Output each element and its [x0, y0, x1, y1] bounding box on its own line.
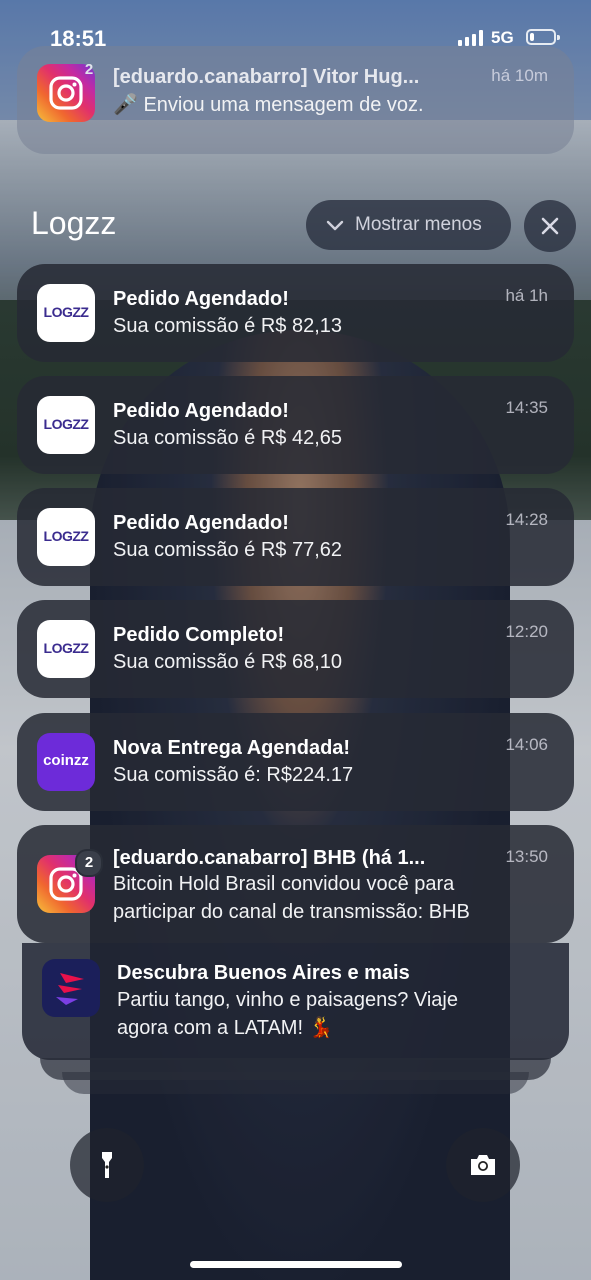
show-less-label: Mostrar menos: [355, 214, 482, 235]
notification-message-line2: agora com a LATAM! 💃: [117, 1017, 334, 1039]
notification-title: [eduardo.canabarro] BHB (há 1...: [113, 847, 426, 869]
notification-coinzz[interactable]: coinzz Nova Entrega Agendada! 14:06 Sua …: [17, 713, 574, 811]
notification-logzz[interactable]: LOGZZ Pedido Agendado! 14:28 Sua comissã…: [17, 488, 574, 586]
logzz-app-icon: LOGZZ: [37, 284, 95, 342]
notification-message-line1: Bitcoin Hold Brasil convidou você para: [113, 873, 455, 895]
logzz-app-icon: LOGZZ: [37, 396, 95, 454]
notification-count-badge: 2: [84, 61, 94, 78]
notification-instagram-voice[interactable]: 2 [eduardo.canabarro] Vitor Hug... há 10…: [17, 46, 574, 154]
coinzz-app-icon: coinzz: [37, 733, 95, 791]
clear-group-button[interactable]: [524, 200, 576, 252]
notification-message-line1: Partiu tango, vinho e paisagens? Viaje: [117, 989, 458, 1011]
notification-message: 🎤 Enviou uma mensagem de voz.: [113, 94, 424, 116]
notification-title: Pedido Completo!: [113, 624, 285, 646]
notification-instagram-bhb[interactable]: 2 [eduardo.canabarro] BHB (há 1... 13:50…: [17, 825, 574, 943]
network-type: 5G: [491, 28, 514, 47]
group-title: Logzz: [31, 205, 117, 241]
notification-latam[interactable]: Descubra Buenos Aires e mais Partiu tang…: [22, 943, 569, 1060]
notification-title: Pedido Agendado!: [113, 400, 289, 422]
notification-title: [eduardo.canabarro] Vitor Hug...: [113, 66, 420, 88]
notification-message: Sua comissão é: R$224.17: [113, 764, 354, 786]
home-indicator[interactable]: [190, 1261, 402, 1268]
notification-message-line2: participar do canal de transmissão: BHB: [113, 901, 470, 923]
signal-icon: [458, 30, 484, 46]
notification-title: Descubra Buenos Aires e mais: [117, 962, 410, 984]
close-icon: [541, 217, 559, 235]
notification-time: 14:28: [505, 510, 548, 529]
notification-title: Pedido Agendado!: [113, 512, 289, 534]
notification-count-badge: 2: [75, 849, 103, 877]
notification-message: Sua comissão é R$ 77,62: [113, 539, 343, 561]
notification-time: 14:06: [505, 735, 548, 754]
logzz-app-icon: LOGZZ: [37, 620, 95, 678]
notification-time: 12:20: [505, 622, 548, 641]
latam-app-icon: [42, 959, 100, 1017]
notification-title: Pedido Agendado!: [113, 288, 289, 310]
notification-message: Sua comissão é R$ 82,13: [113, 315, 343, 337]
notification-message: Sua comissão é R$ 68,10: [113, 651, 343, 673]
notification-time: 14:35: [505, 398, 548, 417]
notification-message: Sua comissão é R$ 42,65: [113, 427, 343, 449]
stacked-notification-edge: [62, 1072, 529, 1094]
notification-time: 13:50: [505, 847, 548, 866]
notification-title: Nova Entrega Agendada!: [113, 737, 351, 759]
notification-time: há 10m: [491, 66, 548, 85]
camera-button[interactable]: [446, 1128, 520, 1202]
show-less-button[interactable]: Mostrar menos: [306, 200, 511, 250]
flashlight-button[interactable]: [70, 1128, 144, 1202]
notification-time: há 1h: [505, 286, 548, 305]
notification-logzz[interactable]: LOGZZ Pedido Completo! 12:20 Sua comissã…: [17, 600, 574, 698]
logzz-app-icon: LOGZZ: [37, 508, 95, 566]
camera-icon: [471, 1155, 495, 1175]
battery-icon: [526, 29, 560, 45]
chevron-down-icon: [326, 220, 344, 231]
notification-logzz[interactable]: LOGZZ Pedido Agendado! 14:35 Sua comissã…: [17, 376, 574, 474]
notification-logzz[interactable]: LOGZZ Pedido Agendado! há 1h Sua comissã…: [17, 264, 574, 362]
flashlight-icon: [102, 1152, 112, 1178]
